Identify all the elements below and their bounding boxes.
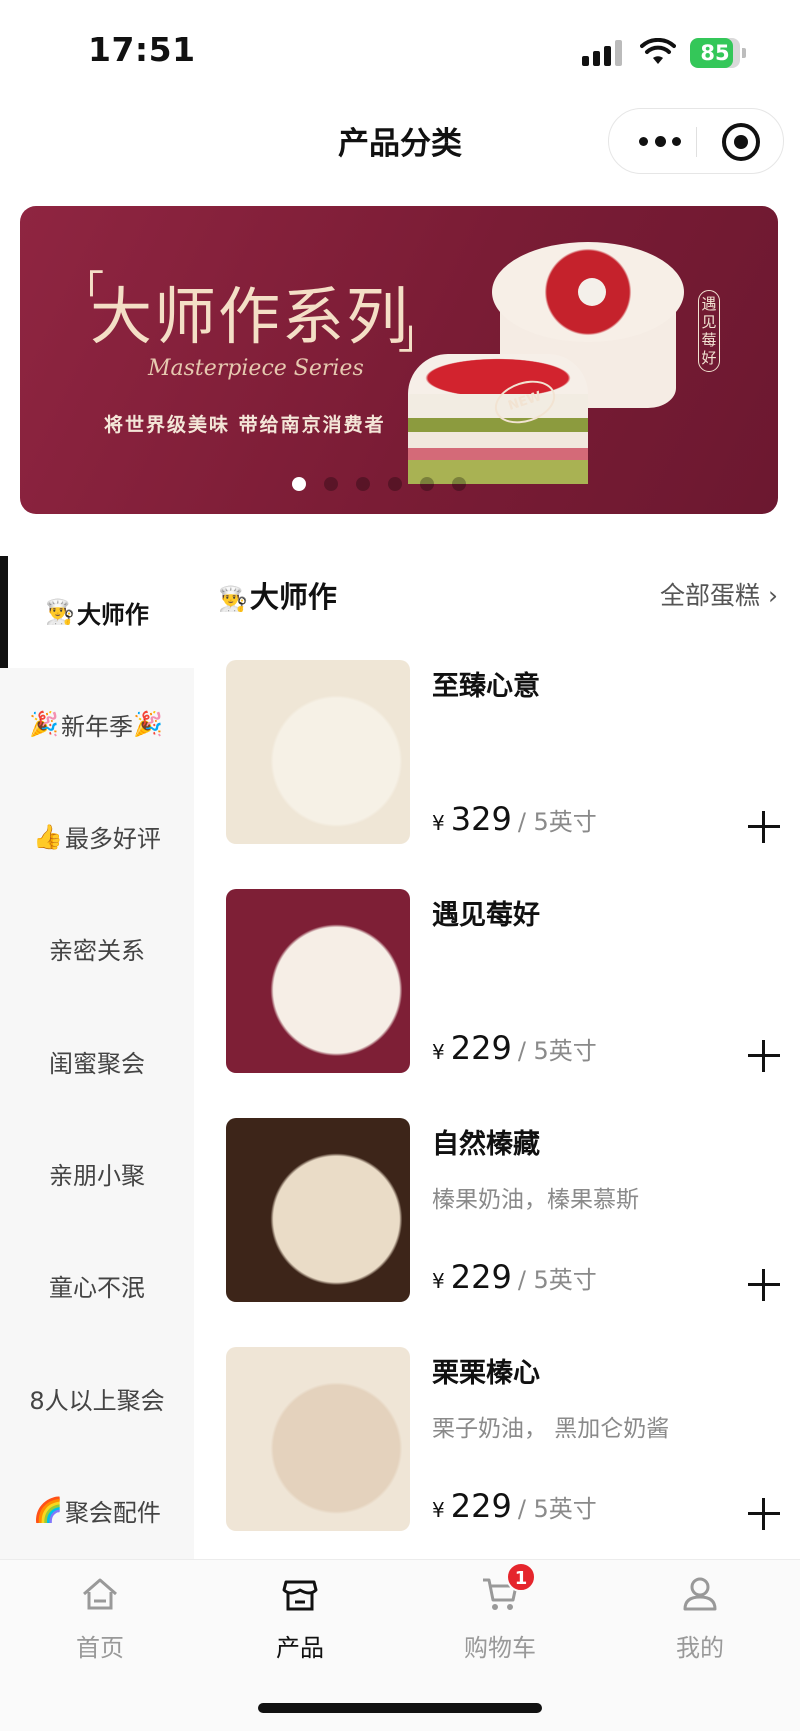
product-price: ¥329/ 5英寸: [432, 800, 597, 838]
status-time: 17:51: [88, 30, 196, 69]
banner-dot[interactable]: [420, 477, 434, 491]
product-price: ¥229/ 5英寸: [432, 1487, 597, 1525]
sidebar-item-label: 童心不泯: [49, 1274, 145, 1303]
tab-profile[interactable]: 我的: [600, 1574, 800, 1664]
category-emoji-icon: 👍: [33, 822, 63, 851]
category-sidebar: 👨‍🍳 大师作 🎉 新年季 🎉 👍 最多好评 亲密关系 闺蜜聚会 亲朋小聚 童心不泯 8人以上聚会 🌈 聚…: [0, 556, 194, 1559]
sidebar-item-label: 8人以上聚会: [29, 1386, 165, 1415]
currency-symbol: ¥: [432, 1040, 445, 1064]
add-to-cart-button[interactable]: [744, 806, 784, 846]
category-emoji-icon: 🎉: [29, 710, 59, 739]
category-emoji-icon: 👨‍🍳: [45, 598, 75, 626]
sidebar-item[interactable]: 🎉 新年季 🎉: [0, 668, 194, 780]
banner-pagination: [292, 476, 484, 492]
wifi-icon: [640, 38, 676, 64]
tab-home[interactable]: 首页: [0, 1574, 200, 1664]
product-card[interactable]: 自然榛藏榛果奶油，榛果慕斯 ¥229/ 5英寸: [226, 1118, 784, 1304]
user-icon: [683, 1577, 717, 1611]
tab-cart[interactable]: 购物车: [400, 1574, 600, 1664]
sidebar-item-label: 亲朋小聚: [49, 1162, 145, 1190]
sidebar-item[interactable]: 👍 最多好评: [0, 781, 194, 893]
section-title: 👨‍🍳大师作: [218, 580, 337, 614]
home-icon: [83, 1578, 117, 1610]
product-description: 榛果奶油，榛果慕斯: [432, 1187, 639, 1213]
product-image[interactable]: [226, 889, 410, 1073]
capsule-divider: [696, 127, 697, 157]
more-options-button[interactable]: [633, 129, 689, 155]
currency-symbol: ¥: [432, 1269, 445, 1293]
tab-products[interactable]: 产品: [200, 1574, 400, 1664]
all-cakes-link[interactable]: 全部蛋糕 ›: [660, 576, 778, 612]
status-bar: 17:51 85: [0, 0, 800, 100]
price-value: 229: [450, 1029, 512, 1067]
product-name: 遇见莓好: [432, 900, 540, 931]
add-to-cart-button[interactable]: [744, 1035, 784, 1075]
currency-symbol: ¥: [432, 811, 445, 835]
price-unit: / 5英寸: [517, 808, 597, 836]
product-name: 栗栗榛心: [432, 1358, 540, 1389]
cart-badge: 1: [506, 1562, 536, 1592]
sidebar-item-label: 大师作: [76, 600, 149, 629]
tab-label-profile: 我的: [676, 1634, 724, 1662]
close-mini-program-button[interactable]: [722, 123, 760, 161]
banner-vertical-label: 遇见莓好: [698, 290, 720, 372]
sidebar-item[interactable]: 8人以上聚会: [0, 1342, 194, 1454]
battery-level: 85: [700, 41, 730, 65]
store-icon: [282, 1580, 318, 1611]
currency-symbol: ¥: [432, 1498, 445, 1522]
cellular-signal-icon: [582, 40, 624, 66]
banner-dot[interactable]: [324, 477, 338, 491]
banner-subtitle: 将世界级美味 带给南京消费者: [104, 414, 386, 436]
sidebar-item-label: 最多好评: [64, 825, 161, 854]
category-emoji-icon: 🎉: [133, 710, 163, 739]
sidebar-item[interactable]: 亲朋小聚: [0, 1118, 194, 1230]
active-indicator: [0, 556, 8, 668]
category-emoji-icon: 🌈: [33, 1496, 63, 1525]
sidebar-item-label: 新年季: [61, 712, 133, 741]
mini-program-capsule: [608, 108, 784, 174]
section-header: 👨‍🍳大师作 全部蛋糕 ›: [218, 570, 780, 614]
tab-label-products: 产品: [276, 1634, 324, 1662]
price-value: 329: [450, 800, 512, 838]
price-unit: / 5英寸: [517, 1037, 597, 1065]
price-unit: / 5英寸: [517, 1495, 597, 1523]
product-name: 自然榛藏: [432, 1129, 540, 1160]
product-card[interactable]: 栗栗榛心栗子奶油， 黑加仑奶酱 ¥229/ 5英寸: [226, 1347, 784, 1533]
sidebar-item[interactable]: 童心不泯: [0, 1230, 194, 1342]
promo-banner[interactable]: 大师作系列 Masterpiece Series 将世界级美味 带给南京消费者 …: [20, 206, 778, 514]
tab-bar: 首页 产品 购物车 1 我的: [0, 1559, 800, 1731]
sidebar-item-label: 闺蜜聚会: [49, 1049, 145, 1078]
banner-dot[interactable]: [388, 477, 402, 491]
product-card[interactable]: 至臻心意 ¥329/ 5英寸: [226, 660, 784, 846]
sidebar-item[interactable]: 👨‍🍳 大师作: [0, 556, 194, 668]
banner-title: 大师作系列: [64, 258, 440, 360]
sidebar-item-label: 亲密关系: [49, 937, 145, 966]
product-price: ¥229/ 5英寸: [432, 1258, 597, 1296]
price-unit: / 5英寸: [517, 1266, 597, 1294]
battery-icon: 85: [690, 38, 746, 68]
sidebar-item[interactable]: 🌈 聚会配件: [0, 1454, 194, 1566]
product-image[interactable]: [226, 1118, 410, 1302]
add-to-cart-button[interactable]: [744, 1264, 784, 1304]
home-indicator: [258, 1703, 542, 1713]
price-value: 229: [450, 1487, 512, 1525]
price-value: 229: [450, 1258, 512, 1296]
product-price: ¥229/ 5英寸: [432, 1029, 597, 1067]
product-image[interactable]: [226, 660, 410, 844]
tab-label-home: 首页: [76, 1634, 124, 1662]
banner-dot[interactable]: [452, 477, 466, 491]
chef-emoji-icon: 👨‍🍳: [218, 585, 248, 613]
banner-dot[interactable]: [292, 477, 306, 491]
product-image[interactable]: [226, 1347, 410, 1531]
sidebar-item-label: 聚会配件: [64, 1498, 161, 1527]
product-card[interactable]: 遇见莓好 ¥229/ 5英寸: [226, 889, 784, 1075]
banner-script-title: Masterpiece Series: [148, 356, 364, 381]
sidebar-item[interactable]: 闺蜜聚会: [0, 1005, 194, 1117]
banner-dot[interactable]: [356, 477, 370, 491]
sidebar-item[interactable]: 亲密关系: [0, 893, 194, 1005]
add-to-cart-button[interactable]: [744, 1493, 784, 1533]
product-name: 至臻心意: [432, 671, 540, 702]
tab-label-cart: 购物车: [464, 1634, 536, 1662]
product-description: 栗子奶油， 黑加仑奶酱: [432, 1416, 670, 1442]
